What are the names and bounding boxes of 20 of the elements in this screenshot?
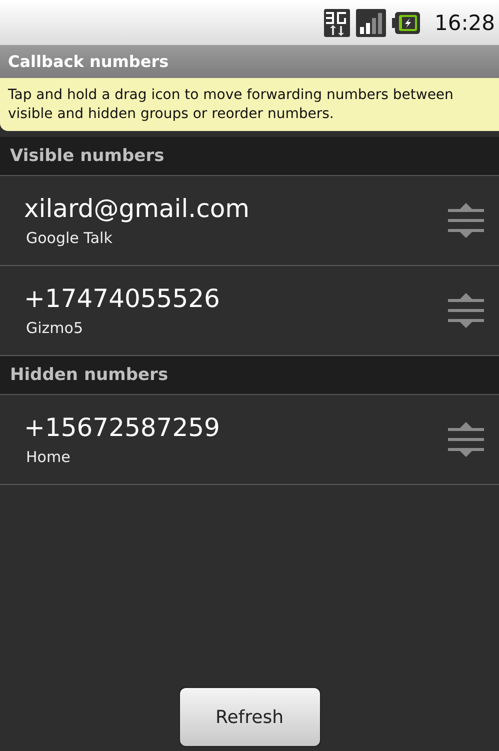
number-row[interactable]: xilard@gmail.com Google Talk — [0, 176, 499, 266]
number-text: +15672587259 — [24, 413, 221, 442]
drag-handle-icon[interactable] — [447, 420, 485, 460]
screen-title: Callback numbers — [8, 52, 169, 71]
number-row[interactable]: +15672587259 Home — [0, 395, 499, 485]
number-label: Google Talk — [26, 229, 114, 247]
signal-icon — [356, 8, 386, 36]
battery-charging-icon — [392, 12, 420, 34]
refresh-button[interactable]: Refresh — [178, 687, 320, 747]
drag-handle-icon[interactable] — [447, 290, 485, 330]
network-3g-icon — [324, 8, 350, 36]
number-label: Home — [26, 448, 72, 466]
number-text: +17474055526 — [24, 284, 221, 313]
number-text: xilard@gmail.com — [24, 194, 250, 223]
hint-message: Tap and hold a drag icon to move forwarding numbers between visible and hidden groups or reorder numbers. — [0, 78, 499, 131]
section-title: Hidden numbers — [10, 365, 168, 385]
number-label: Gizmo5 — [26, 319, 84, 337]
section-title: Visible numbers — [10, 146, 164, 166]
status-time: 16:28 — [434, 10, 495, 34]
drag-handle-icon[interactable] — [447, 200, 485, 240]
